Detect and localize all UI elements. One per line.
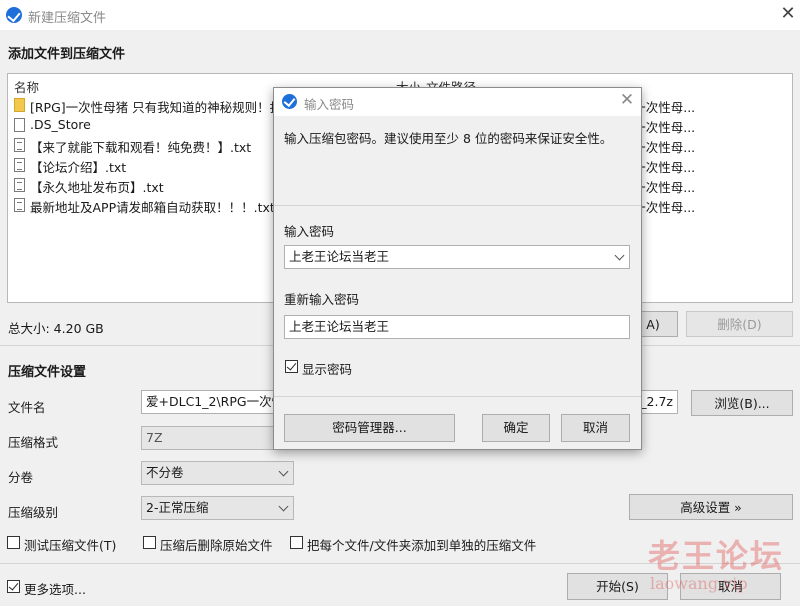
app-logo-icon [282,94,297,109]
level-value: 2-正常压缩 [146,500,209,515]
password-input[interactable]: 上老王论坛当老王 [284,245,630,269]
delete-after-checkbox[interactable] [143,536,156,549]
test-archive-checkbox[interactable] [7,536,20,549]
list-item-name: 【论坛介绍】.txt [30,160,127,175]
app-logo-icon [6,7,22,23]
list-item-name: [RPG]一次性母猪 只有我知道的神秘规则！打 [30,100,283,115]
more-options-label: 更多选项... [24,582,86,597]
delete-after-label: 压缩后删除原始文件 [160,538,273,553]
level-select[interactable]: 2-正常压缩 [141,496,294,520]
list-item-name: .DS_Store [30,117,91,132]
chevron-down-icon [278,501,289,512]
advanced-settings-button[interactable]: 高级设置 » [629,494,793,520]
password-manager-button[interactable]: 密码管理器... [284,414,455,442]
dialog-description: 输入压缩包密码。建议使用至少 8 位的密码来保证安全性。 [284,131,613,146]
text-file-icon [14,198,25,212]
confirm-password-value: 上老王论坛当老王 [289,319,390,334]
dialog-title-bar: 输入密码 ✕ [274,88,641,116]
text-file-icon [14,138,25,152]
dialog-title: 输入密码 [304,97,355,112]
confirm-password-label: 重新输入密码 [284,292,360,307]
volume-label: 分卷 [8,470,34,485]
divider [274,396,641,397]
volume-value: 不分卷 [146,465,184,480]
list-item-name: 【永久地址发布页】.txt [30,180,164,195]
dialog-cancel-button[interactable]: 取消 [561,414,630,442]
add-section-title: 添加文件到压缩文件 [8,47,126,62]
ok-button[interactable]: 确定 [482,414,550,442]
filename-label: 文件名 [8,400,46,415]
show-password-checkbox[interactable] [285,360,298,373]
browse-button[interactable]: 浏览(B)... [691,390,793,416]
window-title: 新建压缩文件 [28,11,107,26]
text-file-icon [14,178,25,192]
file-icon [14,118,25,132]
format-value: 7Z [146,430,163,445]
show-password-label: 显示密码 [302,362,353,377]
watermark-url: laowang.vip [650,574,748,593]
volume-select[interactable]: 不分卷 [141,461,294,485]
close-icon[interactable]: ✕ [778,3,798,25]
test-archive-label: 测试压缩文件(T) [24,538,117,553]
list-item-name: 【来了就能下载和观看！纯免费！】.txt [30,140,252,155]
password-label: 输入密码 [284,224,335,239]
list-item-name: 最新地址及APP请发邮箱自动获取！！！.txt [30,200,275,215]
separate-archives-label: 把每个文件/文件夹添加到单独的压缩文件 [307,538,537,553]
level-label: 压缩级别 [8,505,59,520]
total-size: 总大小: 4.20 GB [8,321,104,336]
filename-value: 爱+DLC1_2\RPG一次性 [146,394,285,409]
chevron-down-icon[interactable] [614,250,625,261]
password-dialog: 输入密码 ✕ 输入压缩包密码。建议使用至少 8 位的密码来保证安全性。 输入密码… [273,87,642,450]
password-value: 上老王论坛当老王 [289,249,390,264]
chevron-down-icon [278,466,289,477]
format-select[interactable]: 7Z [141,426,294,450]
delete-button[interactable]: 删除(D) [686,311,793,337]
confirm-password-input[interactable]: 上老王论坛当老王 [284,315,630,339]
folder-icon [14,98,25,112]
text-file-icon [14,158,25,172]
more-options-checkbox[interactable] [7,580,20,593]
format-label: 压缩格式 [8,435,59,450]
title-bar: 新建压缩文件 ✕ [0,0,800,30]
settings-section-title: 压缩文件设置 [8,365,87,380]
separate-archives-checkbox[interactable] [290,536,303,549]
watermark-logo: 老王论坛 [648,537,785,575]
column-header-name[interactable]: 名称 [14,77,39,96]
close-icon[interactable]: ✕ [617,90,637,110]
divider [274,205,641,206]
